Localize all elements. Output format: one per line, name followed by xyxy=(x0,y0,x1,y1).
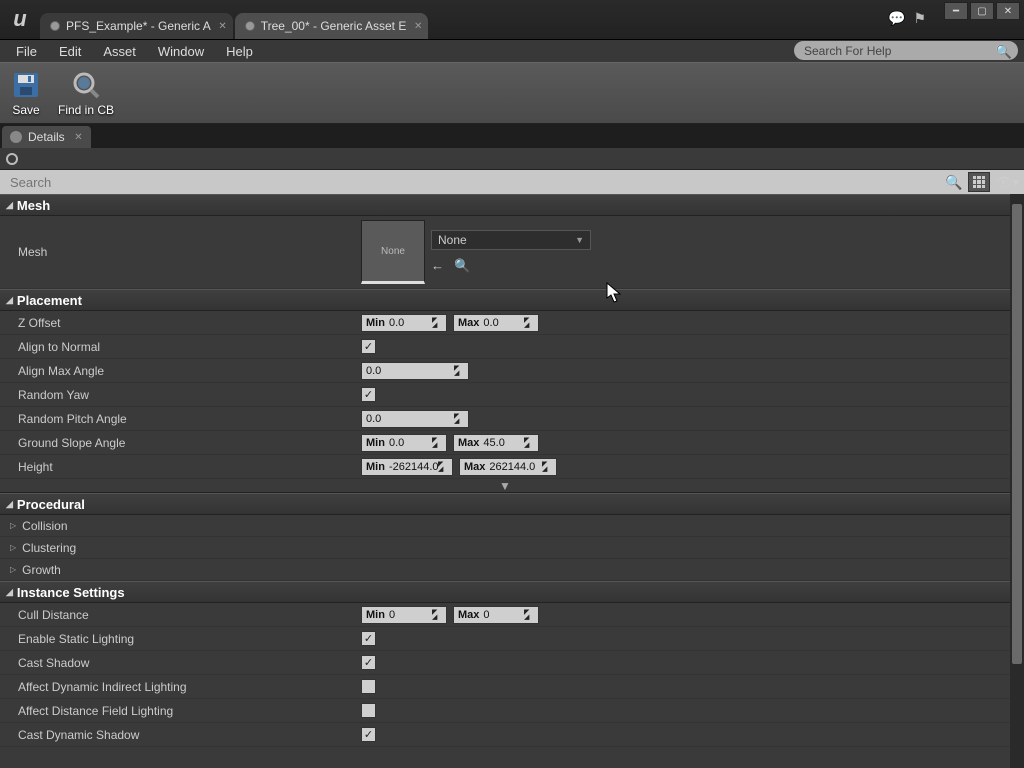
expand-icon: ▷ xyxy=(10,543,16,552)
z-offset-min-input[interactable]: Min0.0◤◢ xyxy=(361,314,447,332)
search-icon[interactable]: 🔍 xyxy=(944,172,964,192)
static-lighting-checkbox[interactable]: ✓ xyxy=(361,631,376,646)
ground-slope-max-input[interactable]: Max45.0◤◢ xyxy=(453,434,539,452)
menu-help[interactable]: Help xyxy=(216,42,263,61)
find-label: Find in CB xyxy=(58,103,114,117)
ground-slope-min-input[interactable]: Min0.0◤◢ xyxy=(361,434,447,452)
mesh-asset-dropdown[interactable]: None ▼ xyxy=(431,230,591,250)
expand-icon: ▷ xyxy=(10,521,16,530)
details-panel-tab[interactable]: Details ✕ xyxy=(2,126,91,148)
save-button[interactable]: Save xyxy=(10,69,42,117)
random-pitch-input[interactable]: 0.0◤◢ xyxy=(361,410,469,428)
section-title: Procedural xyxy=(17,497,85,512)
cull-max-input[interactable]: Max0◤◢ xyxy=(453,606,539,624)
collapse-icon: ◢ xyxy=(6,499,13,510)
floppy-icon xyxy=(10,69,42,101)
z-offset-max-input[interactable]: Max0.0◤◢ xyxy=(453,314,539,332)
app-logo: u xyxy=(0,0,40,39)
row-dyn-indirect: Affect Dynamic Indirect Lighting xyxy=(0,675,1010,699)
expand-icon: ▷ xyxy=(10,565,16,574)
height-min-input[interactable]: Min-262144.0◤◢ xyxy=(361,458,453,476)
row-mesh: Mesh None None ▼ ← 🔍 xyxy=(0,216,1010,289)
info-icon xyxy=(10,131,22,143)
dirty-indicator-icon xyxy=(50,21,60,31)
section-title: Mesh xyxy=(17,198,50,213)
close-icon[interactable]: ✕ xyxy=(218,21,226,32)
section-title: Placement xyxy=(17,293,82,308)
cast-shadow-checkbox[interactable]: ✓ xyxy=(361,655,376,670)
help-search-input[interactable] xyxy=(794,41,1018,60)
row-dist-field: Affect Distance Field Lighting xyxy=(0,699,1010,723)
row-height: Height Min-262144.0◤◢ Max262144.0◤◢ xyxy=(0,455,1010,479)
section-header-placement[interactable]: ◢ Placement xyxy=(0,289,1010,311)
section-header-instance[interactable]: ◢ Instance Settings xyxy=(0,581,1010,603)
menu-edit[interactable]: Edit xyxy=(49,42,91,61)
row-cast-shadow: Cast Shadow✓ xyxy=(0,651,1010,675)
editor-tab-pfs[interactable]: PFS_Example* - Generic A ✕ xyxy=(40,13,233,39)
close-icon[interactable]: ✕ xyxy=(74,132,82,143)
row-random-pitch: Random Pitch Angle0.0◤◢ xyxy=(0,407,1010,431)
menu-file[interactable]: File xyxy=(6,42,47,61)
mesh-thumbnail[interactable]: None xyxy=(361,220,425,284)
section-header-procedural[interactable]: ◢ Procedural xyxy=(0,493,1010,515)
collapse-icon: ◢ xyxy=(6,295,13,306)
property-matrix-button[interactable] xyxy=(968,172,990,192)
cast-dyn-checkbox[interactable]: ✓ xyxy=(361,727,376,742)
tab-label: Tree_00* - Generic Asset E xyxy=(261,19,407,33)
mesh-label: Mesh xyxy=(0,216,355,288)
dropdown-value: None xyxy=(438,233,467,247)
row-random-yaw: Random Yaw✓ xyxy=(0,383,1010,407)
panel-tab-label: Details xyxy=(28,130,65,144)
menu-asset[interactable]: Asset xyxy=(93,42,146,61)
dist-field-checkbox[interactable] xyxy=(361,703,376,718)
menu-window[interactable]: Window xyxy=(148,42,214,61)
source-control-icon[interactable]: ⚑ xyxy=(913,10,926,27)
height-max-input[interactable]: Max262144.0◤◢ xyxy=(459,458,557,476)
details-search-input[interactable] xyxy=(4,170,940,194)
minimize-button[interactable]: ━ xyxy=(944,2,968,20)
row-clustering[interactable]: ▷Clustering xyxy=(0,537,1010,559)
row-align-normal: Align to Normal✓ xyxy=(0,335,1010,359)
tab-label: PFS_Example* - Generic A xyxy=(66,19,211,33)
row-growth[interactable]: ▷Growth xyxy=(0,559,1010,581)
scrollbar[interactable] xyxy=(1010,194,1024,768)
row-cast-dyn: Cast Dynamic Shadow✓ xyxy=(0,723,1010,747)
row-z-offset: Z Offset Min0.0◤◢ Max0.0◤◢ xyxy=(0,311,1010,335)
random-yaw-checkbox[interactable]: ✓ xyxy=(361,387,376,402)
close-icon[interactable]: ✕ xyxy=(414,21,422,32)
search-icon[interactable]: 🔍 xyxy=(996,44,1012,60)
row-collision[interactable]: ▷Collision xyxy=(0,515,1010,537)
close-window-button[interactable]: ✕ xyxy=(996,2,1020,20)
row-ground-slope: Ground Slope Angle Min0.0◤◢ Max45.0◤◢ xyxy=(0,431,1010,455)
find-in-cb-button[interactable]: Find in CB xyxy=(58,69,114,117)
editor-tab-tree[interactable]: Tree_00* - Generic Asset E ✕ xyxy=(235,13,429,39)
dyn-indirect-checkbox[interactable] xyxy=(361,679,376,694)
row-static-lighting: Enable Static Lighting✓ xyxy=(0,627,1010,651)
notification-icon[interactable]: 💬 xyxy=(888,10,905,27)
align-max-angle-input[interactable]: 0.0◤◢ xyxy=(361,362,469,380)
row-cull-distance: Cull Distance Min0◤◢ Max0◤◢ xyxy=(0,603,1010,627)
section-title: Instance Settings xyxy=(17,585,125,600)
breadcrumb-root-icon[interactable] xyxy=(6,153,18,165)
maximize-button[interactable]: ▢ xyxy=(970,2,994,20)
section-header-mesh[interactable]: ◢ Mesh xyxy=(0,194,1010,216)
dirty-indicator-icon xyxy=(245,21,255,31)
align-normal-checkbox[interactable]: ✓ xyxy=(361,339,376,354)
browse-asset-icon[interactable]: 🔍 xyxy=(454,258,470,274)
expand-more-button[interactable]: ▼ xyxy=(0,479,1010,493)
collapse-icon: ◢ xyxy=(6,200,13,211)
magnifier-icon xyxy=(70,69,102,101)
collapse-icon: ◢ xyxy=(6,587,13,598)
cull-min-input[interactable]: Min0◤◢ xyxy=(361,606,447,624)
view-options-button[interactable]: 👁▾ xyxy=(994,172,1020,192)
save-label: Save xyxy=(12,103,39,117)
use-selected-icon[interactable]: ← xyxy=(431,258,444,274)
chevron-down-icon: ▼ xyxy=(575,235,584,245)
row-align-max-angle: Align Max Angle0.0◤◢ xyxy=(0,359,1010,383)
scroll-thumb[interactable] xyxy=(1012,204,1022,664)
